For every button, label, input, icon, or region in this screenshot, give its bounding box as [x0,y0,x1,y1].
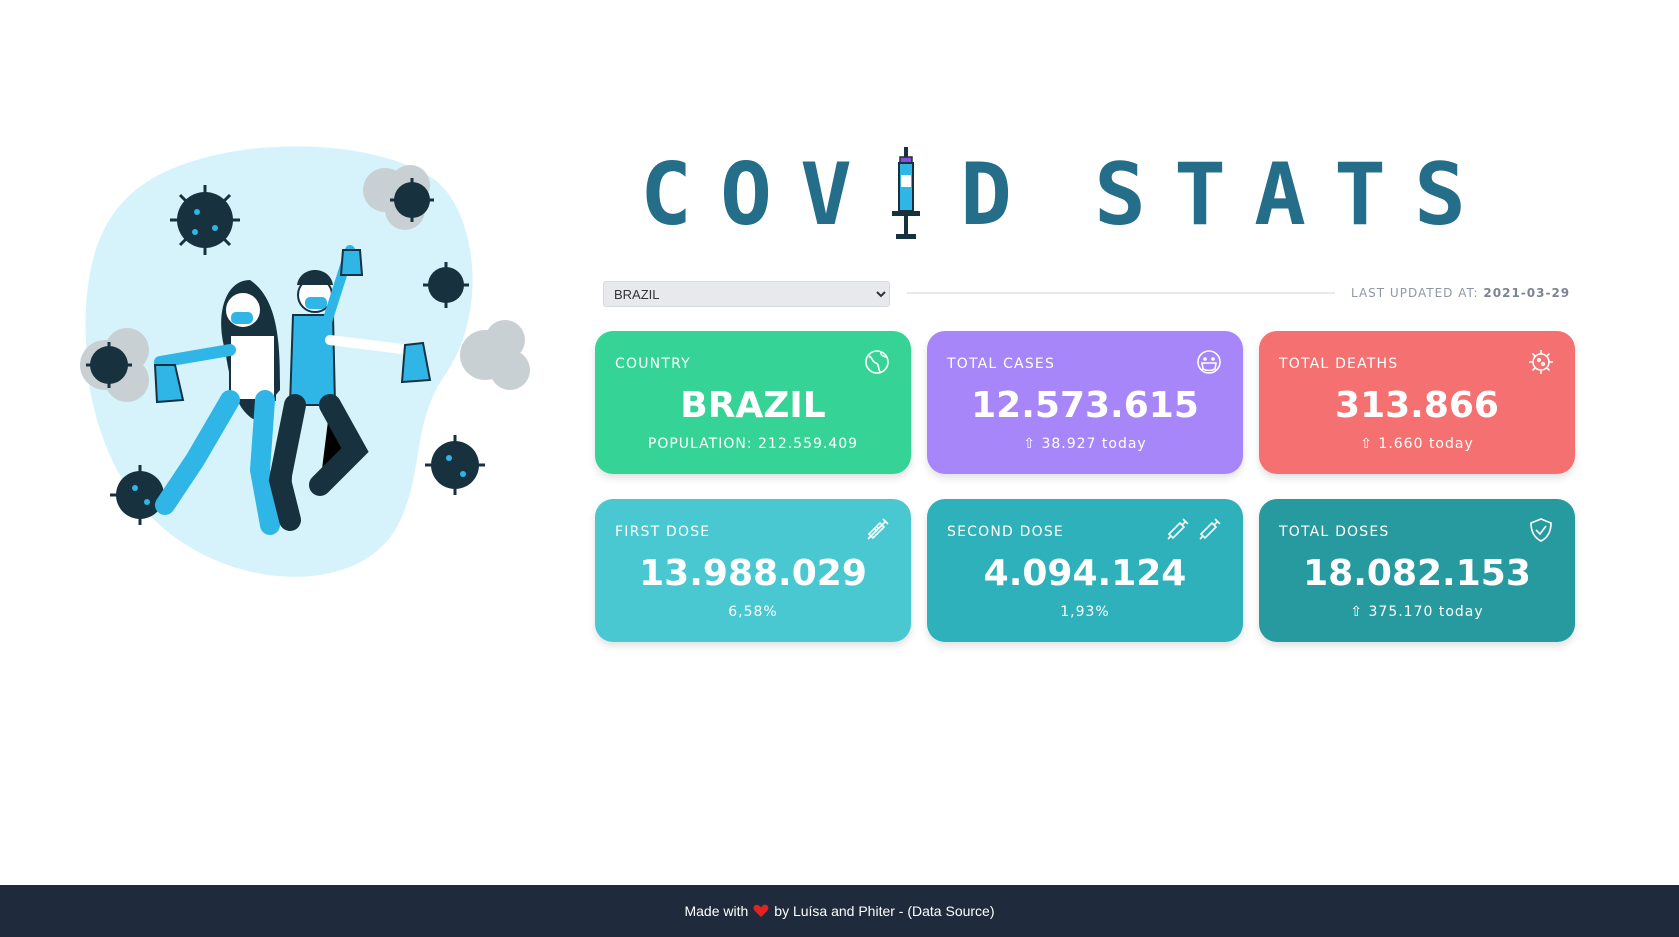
last-updated: LAST UPDATED AT: 2021-03-29 [1351,286,1570,300]
card-value: 12.573.615 [971,385,1199,426]
masked-face-icon [1197,350,1221,374]
total-cases-card: TOTAL CASES 12.573.615 ⇧ 38.927 today [927,331,1243,474]
first-dose-card: FIRST DOSE 13.988.029 6,58% [595,499,911,642]
title-letter: T [1334,145,1386,245]
divider [907,292,1335,294]
people-spraying-virus-illustration [80,146,530,577]
footer: Made with by Luísa and Phiter - (Data So… [0,885,1679,937]
card-value: BRAZIL [680,385,826,426]
virus-icon [1529,350,1553,374]
footer-credits-link[interactable]: by Luísa and Phiter - (Data Source) [774,903,994,919]
syringe-icon [867,518,889,540]
syringe-logo-icon [892,147,920,239]
card-label: SECOND DOSE [947,524,1064,540]
card-label: FIRST DOSE [615,524,711,540]
title-letter: A [1254,145,1306,245]
total-deaths-card: TOTAL DEATHS 313.866 ⇧ 1.660 today [1259,331,1575,474]
last-updated-label: LAST UPDATED AT: [1351,286,1479,300]
globe-icon [865,350,889,374]
card-sub: ⇧ 38.927 today [1023,436,1147,452]
country-card: COUNTRY BRAZIL POPULATION: 212.559.409 [595,331,911,474]
title-letter: C [640,145,692,245]
last-updated-date: 2021-03-29 [1483,286,1571,300]
card-value: 13.988.029 [639,553,867,594]
card-sub: ⇧ 1.660 today [1360,436,1474,452]
double-syringe-icon [1167,518,1221,540]
total-doses-card: TOTAL DOSES 18.082.153 ⇧ 375.170 today [1259,499,1575,642]
title-letter: V [800,145,852,245]
card-label: TOTAL DEATHS [1279,356,1399,372]
title-letter: S [1094,145,1146,245]
title-letter: D [960,145,1012,245]
card-value: 4.094.124 [983,553,1187,594]
card-sub: 6,58% [728,604,778,620]
card-value: 18.082.153 [1303,553,1531,594]
card-sub: 1,93% [1060,604,1110,620]
card-sub: POPULATION: 212.559.409 [647,436,859,452]
heart-icon [753,904,769,917]
title-letter: T [1174,145,1226,245]
country-select[interactable]: BRAZIL [603,281,890,307]
card-label: TOTAL DOSES [1279,524,1390,540]
card-label: COUNTRY [615,356,691,372]
second-dose-card: SECOND DOSE 4.094.124 1,93% [927,499,1243,642]
card-sub: ⇧ 375.170 today [1350,604,1484,620]
title-letter: S [1414,145,1466,245]
card-value: 313.866 [1335,385,1499,426]
footer-made-with: Made with [684,903,749,919]
shield-check-icon [1530,518,1552,542]
card-label: TOTAL CASES [947,356,1056,372]
title-letter: O [720,145,772,245]
page-title: C O V D S T A T S [626,140,1546,250]
